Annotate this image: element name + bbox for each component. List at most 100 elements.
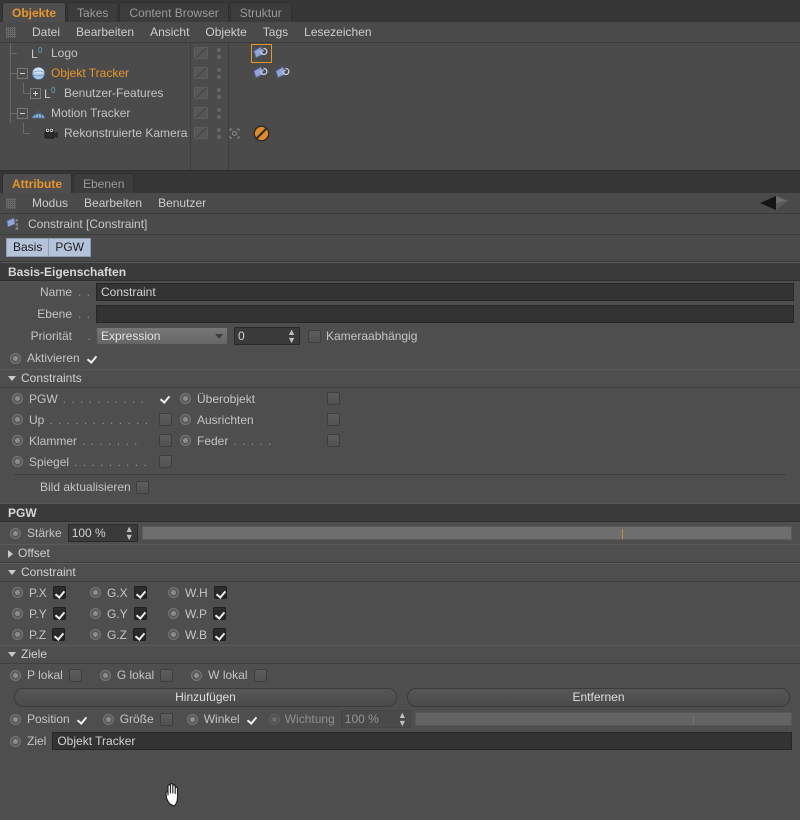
visibility-toggle-icon[interactable] <box>194 107 208 119</box>
axis-checkbox[interactable] <box>213 628 227 641</box>
am-menu-item-bearbeiten[interactable]: Bearbeiten <box>76 193 150 214</box>
am-menu-item-benutzer[interactable]: Benutzer <box>150 193 214 214</box>
kameraabhaengig-field[interactable]: Kameraabhängig <box>308 329 417 343</box>
menu-item-ansicht[interactable]: Ansicht <box>142 22 197 43</box>
axis-checkbox[interactable] <box>213 607 227 620</box>
axis-radio-icon[interactable] <box>12 608 23 619</box>
back-arrow-icon[interactable] <box>754 195 794 211</box>
axis-radio-icon[interactable] <box>90 587 101 598</box>
tab-struktur[interactable]: Struktur <box>229 2 292 22</box>
pgw-toggle-radio-icon[interactable] <box>10 713 21 725</box>
lokal-checkbox[interactable] <box>253 668 267 682</box>
am-menu-item-modus[interactable]: Modus <box>24 193 76 214</box>
constraint-checkbox[interactable] <box>159 413 172 426</box>
bild-aktualisieren-field[interactable]: Bild aktualisieren <box>40 480 149 494</box>
constraint-checkbox[interactable] <box>327 434 340 447</box>
menu-grip-icon-2[interactable] <box>6 197 16 209</box>
lokal-checkbox[interactable] <box>68 668 82 682</box>
object-tree-row[interactable]: Rekonstruierte Kamera <box>0 123 800 143</box>
prioritaet-number-stepper[interactable]: 0 ▲ ▼ <box>234 327 300 345</box>
axis-checkbox[interactable] <box>52 586 66 599</box>
object-tree-row[interactable]: Motion Tracker <box>0 103 800 123</box>
object-tree-row-name[interactable]: Motion Tracker <box>0 103 190 123</box>
ziel-link-field[interactable]: Objekt Tracker <box>52 732 792 750</box>
staerke-number-stepper[interactable]: 100 % ▲ ▼ <box>67 524 138 542</box>
ziel-radio-icon[interactable] <box>10 735 21 747</box>
object-tree[interactable]: L 0 Logo Objekt Tracker L 0 Benutzer-Features M… <box>0 43 800 171</box>
staerke-slider[interactable] <box>141 526 792 540</box>
staerke-radio-icon[interactable] <box>10 527 21 539</box>
object-tree-row-name[interactable]: Objekt Tracker <box>0 63 190 83</box>
menu-grip-icon[interactable] <box>6 26 16 38</box>
constraint-checkbox[interactable] <box>327 392 340 405</box>
aktivieren-checkbox[interactable] <box>86 352 99 365</box>
constraint-checkbox[interactable] <box>159 392 172 405</box>
stepper-arrows-icon-staerke[interactable]: ▲ ▼ <box>125 525 134 542</box>
constraint-checkbox[interactable] <box>159 455 172 468</box>
visibility-dots-icon[interactable] <box>214 103 224 123</box>
pgw-toggle-checkbox[interactable] <box>159 712 173 726</box>
pgw-toggle-checkbox[interactable] <box>76 713 89 726</box>
axis-checkbox[interactable] <box>52 628 66 641</box>
bild-aktualisieren-checkbox[interactable] <box>135 480 149 494</box>
object-tree-row[interactable]: Objekt Tracker <box>0 63 800 83</box>
group-constraints[interactable]: Constraints <box>0 369 800 388</box>
constraint-radio-icon[interactable] <box>180 435 191 446</box>
visibility-toggle-icon[interactable] <box>194 67 208 79</box>
entfernen-button[interactable]: Entfernen <box>407 687 790 707</box>
visibility-toggle-icon[interactable] <box>194 127 208 139</box>
menu-item-bearbeiten[interactable]: Bearbeiten <box>68 22 142 43</box>
stepper-arrows-icon[interactable]: ▲ ▼ <box>287 328 296 345</box>
axis-radio-icon[interactable] <box>90 608 101 619</box>
name-input[interactable]: Constraint <box>96 283 794 301</box>
constraint-radio-icon[interactable] <box>12 435 23 446</box>
tab-takes[interactable]: Takes <box>67 2 119 22</box>
object-tree-row-name[interactable]: L 0 Logo <box>0 43 190 63</box>
visibility-dots-icon[interactable] <box>214 83 224 103</box>
menu-item-tags[interactable]: Tags <box>255 22 296 43</box>
constraint-radio-icon[interactable] <box>180 393 191 404</box>
lokal-radio-icon[interactable] <box>10 669 21 681</box>
tree-collapse-icon[interactable] <box>17 67 28 79</box>
lokal-radio-icon[interactable] <box>191 669 203 681</box>
group-constraint[interactable]: Constraint <box>0 563 800 582</box>
axis-checkbox[interactable] <box>133 607 147 620</box>
kameraabhaengig-checkbox[interactable] <box>308 329 321 343</box>
visibility-toggle-icon[interactable] <box>194 47 208 59</box>
ebene-input[interactable] <box>96 305 794 323</box>
constraint-radio-icon[interactable] <box>12 456 23 467</box>
constraint-tag[interactable] <box>251 43 272 63</box>
visibility-dots-icon[interactable] <box>214 63 224 83</box>
object-tree-row[interactable]: L 0 Logo <box>0 43 800 63</box>
lokal-radio-icon[interactable] <box>99 669 111 681</box>
tree-collapse-icon[interactable] <box>17 107 28 119</box>
axis-radio-icon[interactable] <box>168 608 179 619</box>
menu-item-lesezeichen[interactable]: Lesezeichen <box>296 22 379 43</box>
group-ziele[interactable]: Ziele <box>0 645 800 664</box>
group-offset[interactable]: Offset <box>0 544 800 563</box>
constraint-radio-icon[interactable] <box>12 393 23 404</box>
axis-radio-icon[interactable] <box>12 587 23 598</box>
pgw-toggle-checkbox[interactable] <box>246 713 259 726</box>
visibility-dots-icon[interactable] <box>214 43 224 63</box>
axis-checkbox[interactable] <box>133 586 147 599</box>
pgw-toggle-radio-icon[interactable] <box>186 713 198 725</box>
menu-item-datei[interactable]: Datei <box>24 22 68 43</box>
axis-radio-icon[interactable] <box>12 629 23 640</box>
tab-objekte[interactable]: Objekte <box>2 2 67 22</box>
history-nav[interactable] <box>754 195 794 211</box>
constraint-tag[interactable] <box>252 65 271 82</box>
tab-attribute[interactable]: Attribute <box>2 173 72 193</box>
constraint-radio-icon[interactable] <box>180 414 191 425</box>
lokal-checkbox[interactable] <box>160 668 174 682</box>
constraint-checkbox[interactable] <box>327 413 340 426</box>
object-tree-row-name[interactable]: Rekonstruierte Kamera <box>0 123 190 143</box>
constraint-checkbox[interactable] <box>159 434 172 447</box>
chevron-down-icon-ziele[interactable] <box>8 652 16 657</box>
aktivieren-radio-icon[interactable] <box>10 352 21 364</box>
mode-button-pgw[interactable]: PGW <box>48 238 92 257</box>
object-tree-row-name[interactable]: L 0 Benutzer-Features <box>0 83 190 103</box>
chevron-right-icon-offset[interactable] <box>8 549 13 558</box>
menu-item-objekte[interactable]: Objekte <box>197 22 254 43</box>
pgw-toggle-radio-icon[interactable] <box>102 713 114 725</box>
